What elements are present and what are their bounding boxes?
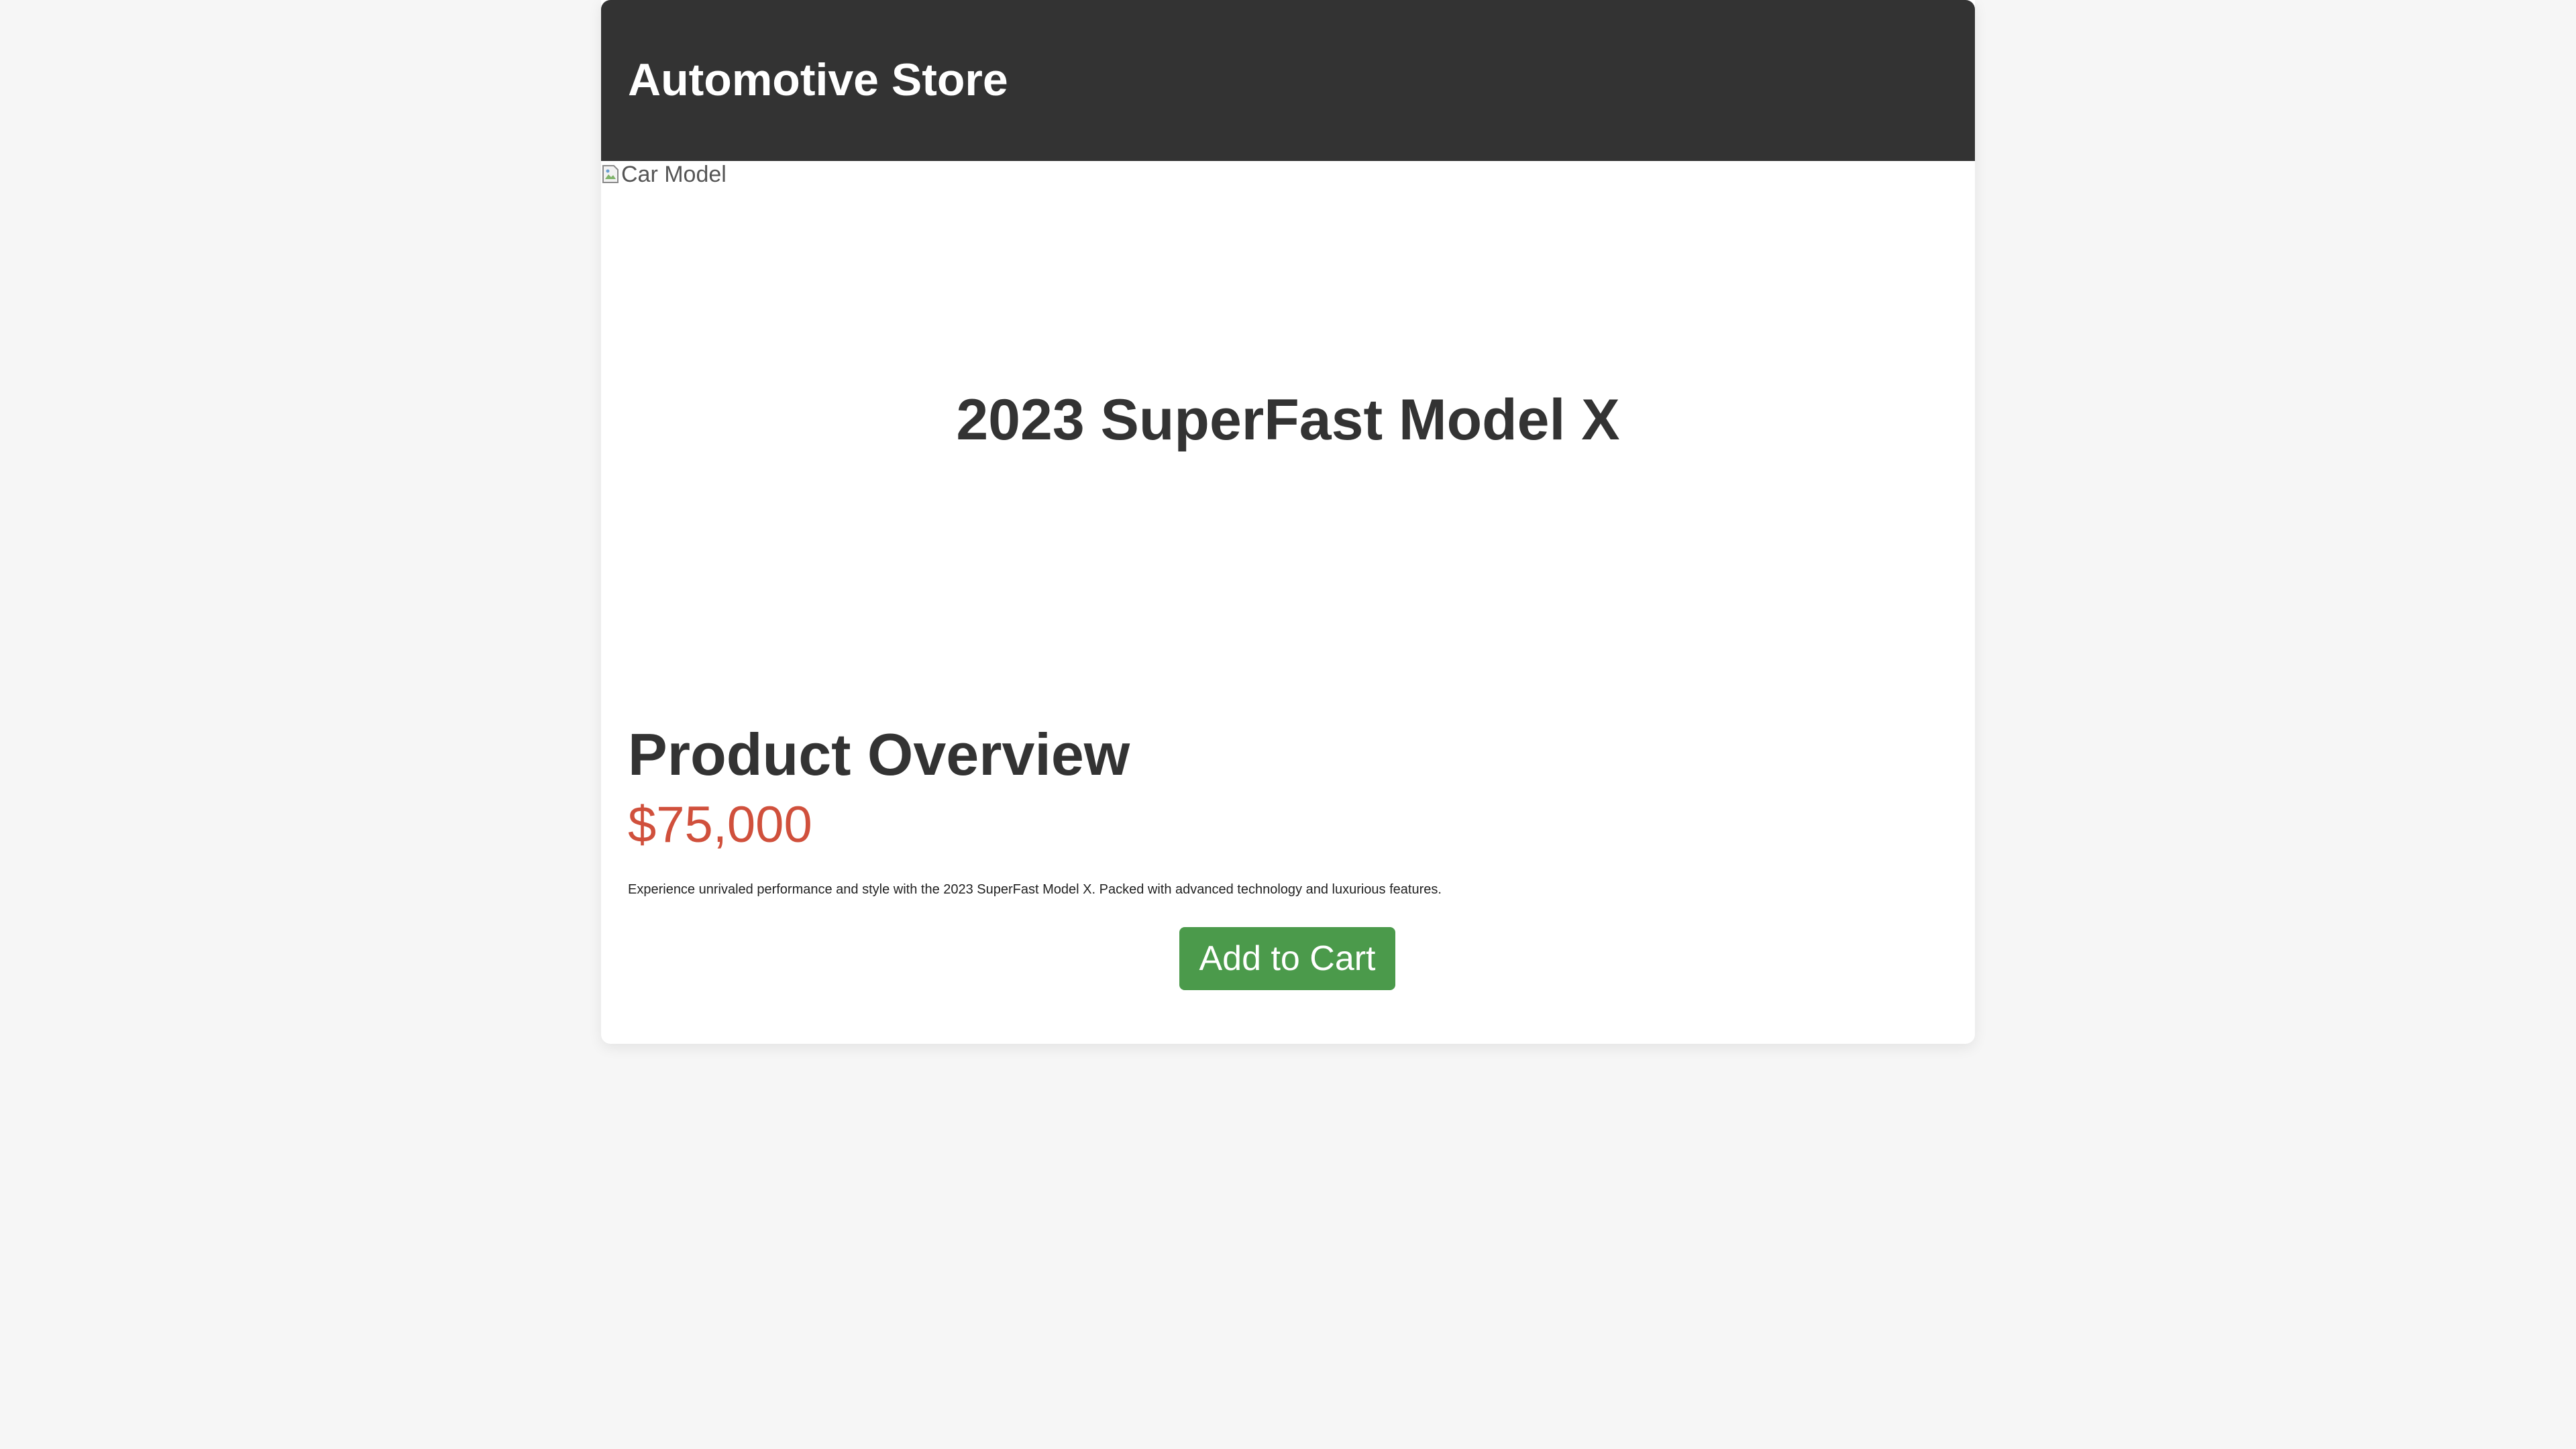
- product-description: Experience unrivaled performance and sty…: [628, 882, 1442, 897]
- product-card: Automotive Store Car Model 2023 SuperFas…: [601, 0, 1975, 1044]
- car-image: Car Model: [601, 161, 727, 188]
- broken-image-icon: [601, 164, 620, 184]
- car-title: 2023 SuperFast Model X: [956, 388, 1620, 452]
- site-header: Automotive Store: [601, 0, 1975, 161]
- page: Automotive Store Car Model 2023 SuperFas…: [0, 0, 2576, 1449]
- product-overview-heading: Product Overview: [628, 721, 1130, 788]
- add-to-cart-button[interactable]: Add to Cart: [1179, 927, 1395, 990]
- car-image-alt-text: Car Model: [621, 161, 727, 187]
- hero-section: Car Model 2023 SuperFast Model X: [601, 161, 1975, 684]
- store-title: Automotive Store: [628, 54, 1008, 105]
- product-price: $75,000: [628, 796, 812, 853]
